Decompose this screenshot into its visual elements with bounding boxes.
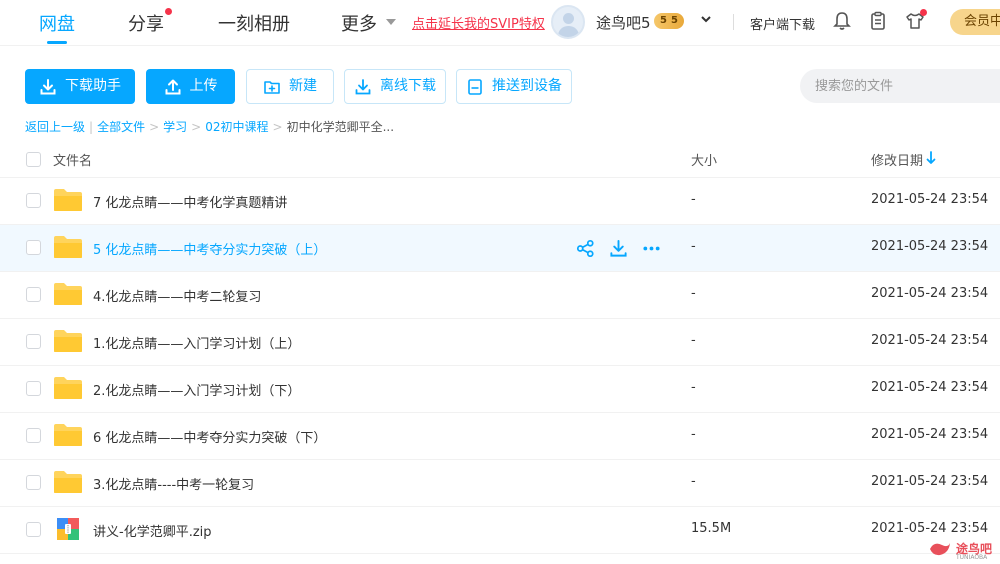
file-name[interactable]: 4.化龙点睛——中考二轮复习: [93, 286, 261, 305]
bird-logo-icon: [930, 543, 950, 556]
breadcrumb-back[interactable]: 返回上一级: [25, 120, 85, 134]
column-header-date[interactable]: 修改日期: [871, 150, 923, 169]
select-all-checkbox[interactable]: [26, 152, 41, 167]
column-header-size[interactable]: 大小: [691, 150, 717, 169]
upload-button[interactable]: 上传: [146, 69, 235, 104]
file-date: 2021-05-24 23:54: [871, 239, 989, 254]
user-menu-chevron-icon[interactable]: [700, 13, 712, 25]
folder-icon: [54, 424, 82, 446]
tab-share[interactable]: 分享: [128, 10, 164, 36]
file-name[interactable]: 讲义-化学范卿平.zip: [93, 521, 212, 540]
row-checkbox[interactable]: [26, 428, 41, 443]
push-to-device-button[interactable]: 推送到设备: [456, 69, 572, 104]
file-date: 2021-05-24 23:54: [871, 380, 989, 395]
sort-desc-arrow-icon[interactable]: [926, 151, 936, 165]
row-checkbox[interactable]: [26, 334, 41, 349]
download-icon: [355, 78, 371, 94]
file-name[interactable]: 7 化龙点睛——中考化学真题精讲: [93, 192, 287, 211]
device-icon: [468, 78, 482, 95]
breadcrumb: 返回上一级 | 全部文件 > 学习 >02初中课程 > 初中化学范卿平全...: [25, 120, 395, 134]
tab-moment-album[interactable]: 一刻相册: [218, 10, 290, 36]
svip-renew-link[interactable]: 点击延长我的SVIP特权: [412, 13, 545, 32]
client-download-link[interactable]: 客户端下载: [750, 14, 815, 33]
file-table-header: 文件名 大小 修改日期: [0, 142, 1000, 178]
file-date: 2021-05-24 23:54: [871, 192, 989, 207]
avatar[interactable]: [551, 5, 585, 39]
folder-icon: [54, 471, 82, 493]
breadcrumb-study[interactable]: 学习: [163, 120, 187, 134]
row-checkbox[interactable]: [26, 522, 41, 537]
table-row[interactable]: 6 化龙点睛——中考夺分实力突破（下） - 2021-05-24 23:54: [0, 413, 1000, 460]
row-checkbox[interactable]: [26, 287, 41, 302]
download-helper-button[interactable]: 下载助手: [25, 69, 135, 104]
file-date: 2021-05-24 23:54: [871, 521, 989, 536]
upload-icon: [165, 79, 180, 94]
top-nav-bar: 网盘 分享 一刻相册 更多 点击延长我的SVIP特权 途鸟吧5 55 客户端下载…: [0, 0, 1000, 46]
table-row[interactable]: 7 化龙点睛——中考化学真题精讲 - 2021-05-24 23:54: [0, 178, 1000, 225]
file-size: -: [691, 427, 696, 442]
watermark-logo: 途鸟吧 TUNIAOBA: [928, 538, 998, 562]
file-size: -: [691, 239, 696, 254]
table-row[interactable]: 5 化龙点睛——中考夺分实力突破（上） - 2021-05-24 23:54: [0, 225, 1000, 272]
search-input[interactable]: [800, 69, 1000, 103]
tab-netdisk[interactable]: 网盘: [39, 10, 75, 36]
table-row[interactable]: 1.化龙点睛——入门学习计划（上） - 2021-05-24 23:54: [0, 319, 1000, 366]
file-size: -: [691, 192, 696, 207]
clipboard-icon[interactable]: [868, 11, 888, 31]
share-notification-dot: [165, 8, 172, 15]
more-icon[interactable]: [642, 239, 661, 258]
row-actions: [576, 239, 661, 259]
username[interactable]: 途鸟吧5: [596, 12, 651, 33]
file-name[interactable]: 2.化龙点睛——入门学习计划（下）: [93, 380, 300, 399]
offline-download-button[interactable]: 离线下载: [344, 69, 446, 104]
breadcrumb-middle-school[interactable]: 02初中课程: [205, 120, 268, 134]
row-checkbox[interactable]: [26, 381, 41, 396]
file-date: 2021-05-24 23:54: [871, 474, 989, 489]
folder-icon: [54, 236, 82, 258]
tab-more[interactable]: 更多: [341, 10, 377, 36]
file-date: 2021-05-24 23:54: [871, 427, 989, 442]
share-icon[interactable]: [576, 239, 595, 258]
file-name[interactable]: 3.化龙点睛----中考一轮复习: [93, 474, 254, 493]
new-folder-icon: [264, 80, 280, 94]
column-header-name[interactable]: 文件名: [53, 150, 92, 169]
file-size: -: [691, 380, 696, 395]
file-size: -: [691, 333, 696, 348]
breadcrumb-current: 初中化学范卿平全...: [286, 120, 395, 134]
divider: [733, 14, 734, 30]
table-row[interactable]: 4.化龙点睛——中考二轮复习 - 2021-05-24 23:54: [0, 272, 1000, 319]
folder-icon: [54, 283, 82, 305]
file-name[interactable]: 5 化龙点睛——中考夺分实力突破（上）: [93, 239, 326, 258]
file-size: -: [691, 474, 696, 489]
file-date: 2021-05-24 23:54: [871, 286, 989, 301]
folder-icon: [54, 377, 82, 399]
skin-notification-dot: [920, 9, 927, 16]
level-badge: 55: [654, 13, 684, 29]
new-folder-button[interactable]: 新建: [246, 69, 334, 104]
table-row[interactable]: 讲义-化学范卿平.zip 15.5M 2021-05-24 23:54: [0, 507, 1000, 554]
download-icon: [40, 78, 56, 94]
row-checkbox[interactable]: [26, 240, 41, 255]
folder-icon: [54, 330, 82, 352]
row-checkbox[interactable]: [26, 475, 41, 490]
zip-file-icon: [57, 518, 79, 540]
file-size: 15.5M: [691, 521, 732, 536]
folder-icon: [54, 189, 82, 211]
file-name[interactable]: 6 化龙点睛——中考夺分实力突破（下）: [93, 427, 326, 446]
download-icon[interactable]: [609, 239, 628, 258]
table-row[interactable]: 3.化龙点睛----中考一轮复习 - 2021-05-24 23:54: [0, 460, 1000, 507]
vip-center-button[interactable]: 会员中: [950, 9, 1000, 35]
row-checkbox[interactable]: [26, 193, 41, 208]
breadcrumb-all-files[interactable]: 全部文件: [97, 120, 145, 134]
file-size: -: [691, 286, 696, 301]
chevron-down-icon: [386, 19, 396, 25]
bell-icon[interactable]: [832, 11, 852, 31]
file-date: 2021-05-24 23:54: [871, 333, 989, 348]
file-name[interactable]: 1.化龙点睛——入门学习计划（上）: [93, 333, 300, 352]
table-row[interactable]: 2.化龙点睛——入门学习计划（下） - 2021-05-24 23:54: [0, 366, 1000, 413]
active-tab-indicator: [47, 41, 67, 44]
